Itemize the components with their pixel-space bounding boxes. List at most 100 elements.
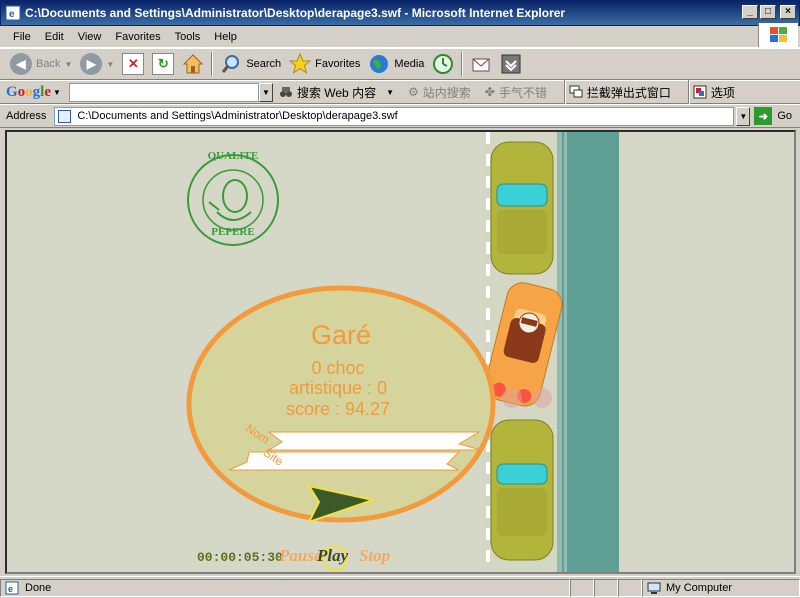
ie-page-icon: e — [5, 5, 21, 21]
toolbar-separator — [461, 52, 464, 76]
back-dropdown-icon[interactable]: ▼ — [64, 60, 72, 69]
address-bar: Address C:\Documents and Settings\Admini… — [0, 104, 800, 128]
page-done-icon: e — [5, 581, 19, 594]
my-computer-icon — [647, 582, 661, 594]
address-dropdown-button[interactable]: ▼ — [736, 106, 751, 126]
lucky-button[interactable]: ✤ 手气不错 — [485, 84, 547, 101]
google-logo[interactable]: Google — [6, 84, 51, 101]
stamp-top-text: QUALITE — [207, 150, 259, 162]
page-icon — [58, 109, 72, 123]
svg-text:e: e — [9, 9, 15, 20]
address-url: C:\Documents and Settings\Administrator\… — [77, 110, 398, 122]
media-globe-icon — [370, 55, 389, 73]
windows-logo-icon — [758, 23, 798, 47]
site-search-label: 站内搜索 — [422, 85, 471, 100]
favorites-label: Favorites — [315, 58, 361, 70]
address-input[interactable]: C:\Documents and Settings\Administrator\… — [54, 106, 735, 126]
google-search-input[interactable] — [68, 82, 259, 102]
play-button[interactable]: Play — [317, 546, 348, 566]
status-zone-cell: My Computer — [642, 578, 800, 597]
parked-car-top — [490, 141, 554, 275]
home-button[interactable] — [178, 51, 208, 77]
options-icon — [693, 85, 707, 99]
site-search-icon: ⚙ — [408, 85, 419, 99]
google-menu-dropdown-icon[interactable]: ▼ — [53, 88, 61, 97]
google-toolbar: Google ▼ ▼ 搜索 Web 内容 ▼ ⚙ 站内搜索 ✤ 手气不错 拦截弹… — [0, 80, 800, 104]
menu-edit[interactable]: Edit — [38, 31, 71, 43]
print-button[interactable] — [496, 51, 526, 77]
go-button[interactable]: ➜ Go — [754, 107, 792, 125]
svg-text:e: e — [8, 584, 13, 594]
toolbar-separator — [211, 52, 214, 76]
binoculars-icon — [279, 87, 292, 97]
refresh-icon: ↻ — [152, 53, 175, 75]
menu-tools[interactable]: Tools — [168, 31, 208, 43]
menu-favorites[interactable]: Favorites — [108, 31, 167, 43]
parking-game-canvas[interactable] — [7, 132, 794, 572]
go-label: Go — [777, 110, 793, 122]
mail-button[interactable] — [466, 51, 496, 77]
stop-button[interactable]: ✕ — [118, 51, 148, 77]
back-button[interactable]: ◀ Back ▼ — [6, 51, 76, 77]
minimize-button[interactable]: _ — [742, 5, 758, 19]
popup-blocker-label: 拦截弹出式窗口 — [586, 85, 671, 100]
mail-icon — [472, 58, 490, 72]
curb-edge — [557, 132, 567, 572]
window-title: C:\Documents and Settings\Administrator\… — [25, 6, 566, 20]
search-web-dropdown-icon[interactable]: ▼ — [386, 88, 394, 97]
home-icon — [183, 54, 204, 74]
name-input-ribbon[interactable] — [267, 431, 482, 451]
choc-count: 0 choc — [311, 358, 365, 378]
lucky-clover-icon: ✤ — [484, 85, 495, 99]
exhaust-smoke — [532, 388, 552, 408]
site-search-button[interactable]: ⚙ 站内搜索 — [408, 84, 471, 101]
forward-button[interactable]: ▶ ▼ — [76, 51, 118, 77]
media-label: Media — [394, 58, 425, 70]
favorites-star-icon — [289, 53, 312, 75]
menu-view[interactable]: View — [71, 31, 109, 43]
forward-arrow-icon: ▶ — [80, 53, 103, 75]
menu-help[interactable]: Help — [207, 31, 244, 43]
exhaust-smoke — [502, 388, 522, 408]
forward-dropdown-icon[interactable]: ▼ — [106, 60, 114, 69]
pause-button[interactable]: Pause — [279, 546, 322, 566]
menu-file[interactable]: File — [6, 31, 38, 43]
google-search-history-dropdown[interactable]: ▼ — [258, 82, 273, 102]
elapsed-time: 00:00:05:30 — [197, 550, 283, 565]
status-empty-cell — [618, 578, 642, 597]
search-icon — [222, 55, 240, 73]
toolbar-separator — [563, 80, 566, 104]
maximize-button[interactable]: □ — [760, 5, 776, 19]
popup-blocker-button[interactable]: 拦截弹出式窗口 — [569, 84, 671, 101]
artistique-score: artistique : 0 — [288, 378, 388, 398]
popup-blocker-icon — [569, 85, 583, 98]
refresh-button[interactable]: ↻ — [148, 51, 178, 77]
address-label: Address — [6, 110, 47, 122]
history-button[interactable] — [428, 51, 458, 77]
google-search-web-button[interactable]: 搜索 Web 内容 ▼ — [279, 84, 394, 101]
status-bar: e Done My Computer — [0, 576, 800, 598]
parked-car-bottom — [490, 419, 554, 561]
zone-text: My Computer — [666, 581, 733, 594]
stop-game-button[interactable]: Stop — [359, 546, 390, 566]
stamp-bottom-text: PEPERE — [211, 226, 255, 238]
back-arrow-icon: ◀ — [10, 53, 32, 75]
result-title: Garé — [311, 320, 372, 350]
status-text: Done — [25, 581, 52, 594]
stop-icon: ✕ — [122, 53, 145, 75]
menu-bar: File Edit View Favorites Tools Help — [0, 26, 800, 48]
flash-content-area[interactable]: QUALITE PEPERE Garé 0 choc artistique : … — [5, 130, 796, 574]
google-options-button[interactable]: 选项 — [693, 84, 735, 101]
print-icon — [501, 54, 521, 74]
favorites-button[interactable]: Favorites — [285, 51, 364, 77]
toolbar-separator — [687, 80, 690, 104]
sidewalk-curb — [567, 132, 619, 572]
close-button[interactable]: × — [780, 5, 796, 19]
media-button[interactable]: Media — [364, 51, 428, 77]
title-bar: e C:\Documents and Settings\Administrato… — [0, 0, 800, 26]
go-arrow-icon: ➜ — [754, 107, 773, 125]
status-text-cell: e Done — [0, 578, 570, 597]
status-empty-cell — [594, 578, 618, 597]
search-button[interactable]: Search — [216, 51, 285, 77]
lucky-label: 手气不错 — [498, 85, 547, 100]
